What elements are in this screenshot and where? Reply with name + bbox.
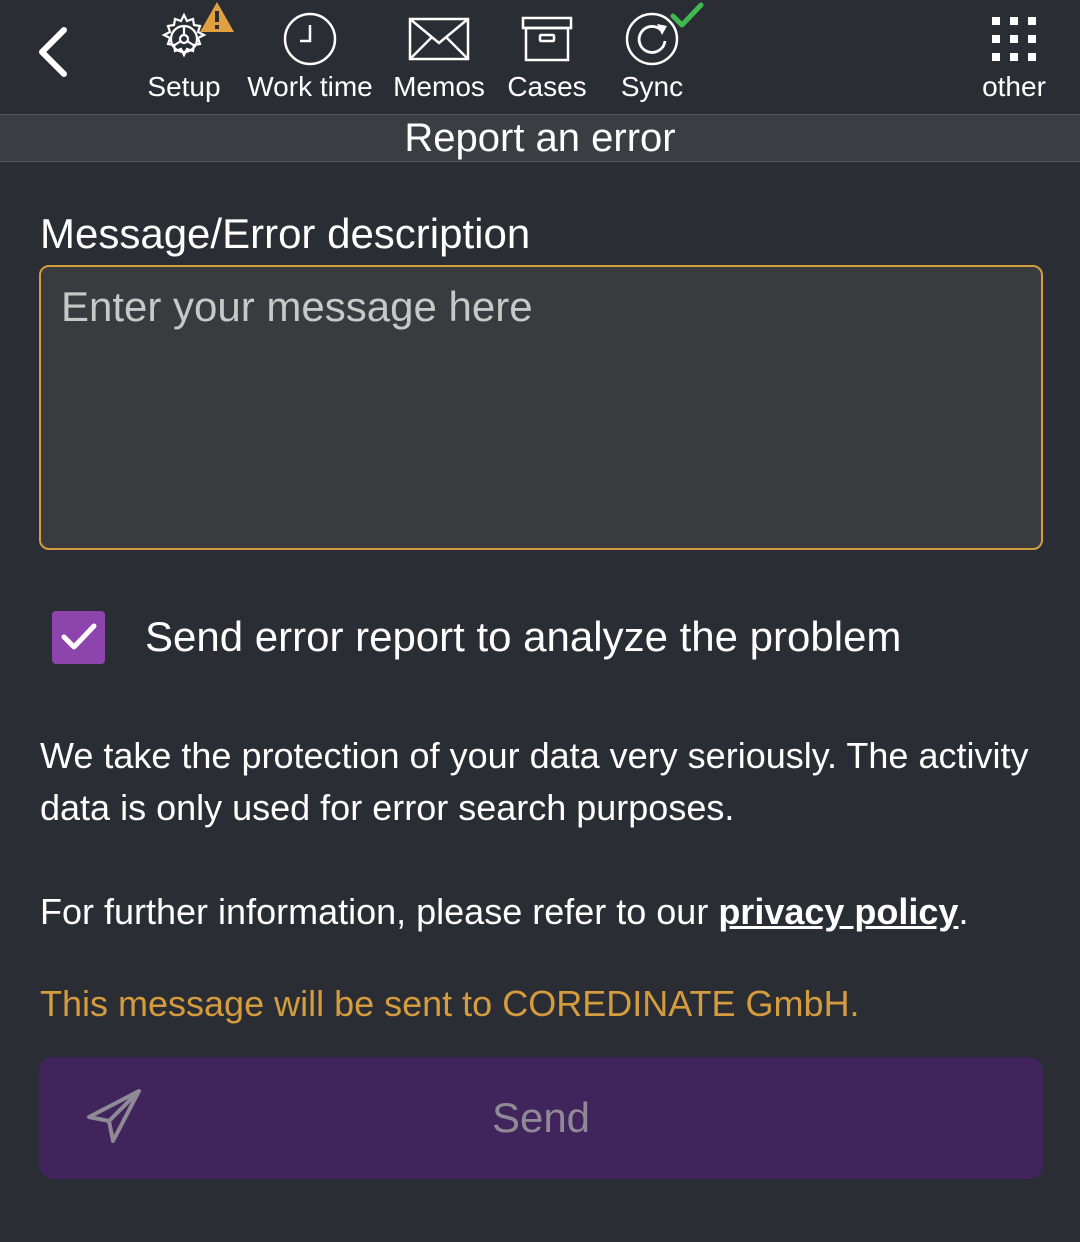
checkmark-icon [670,2,704,28]
check-icon [61,623,96,650]
gear-icon [152,2,234,72]
send-report-checkbox[interactable] [52,610,105,664]
privacy-policy-notice: For further information, please refer to… [40,886,1040,938]
refresh-icon [620,2,704,72]
nav-cases-label: Cases [507,71,587,102]
data-protection-notice: We take the protection of your data very… [40,735,1029,828]
top-navigation-bar: Setup Work time Memos Cases Sync other [0,0,1080,114]
privacy-policy-link[interactable]: privacy policy [718,891,958,932]
nav-setup[interactable]: Setup [140,0,234,114]
page-title: Report an error [404,116,676,160]
paper-plane-icon [87,1089,141,1143]
grid-icon [982,6,1046,72]
send-button[interactable]: Send [39,1057,1043,1179]
send-report-checkbox-row[interactable]: Send error report to analyze the problem [52,610,901,664]
archive-box-icon [515,6,579,72]
page-title-bar: Report an error [0,114,1080,162]
back-arrow-icon [39,27,67,77]
send-button-label: Send [491,1094,591,1141]
privacy-policy-prefix: For further information, please refer to… [40,891,719,932]
nav-other-label: other [982,71,1046,102]
nav-other[interactable]: other [974,0,1054,114]
privacy-policy-suffix: . [958,891,969,932]
warning-icon [200,2,234,32]
nav-memos[interactable]: Memos [390,0,488,114]
back-button[interactable] [28,22,80,82]
nav-work-time-label: Work time [247,71,373,102]
clock-icon [278,6,342,72]
send-report-checkbox-label: Send error report to analyze the problem [145,613,902,660]
message-input[interactable] [39,265,1043,550]
nav-memos-label: Memos [393,71,485,102]
nav-setup-label: Setup [147,71,221,102]
nav-cases[interactable]: Cases [505,0,589,114]
nav-sync-label: Sync [620,71,684,102]
nav-work-time[interactable]: Work time [244,0,376,114]
recipient-notice: This message will be sent to COREDINATE … [40,983,860,1024]
nav-sync[interactable]: Sync [612,0,704,114]
message-label: Message/Error description [40,210,531,257]
envelope-icon [407,6,471,72]
